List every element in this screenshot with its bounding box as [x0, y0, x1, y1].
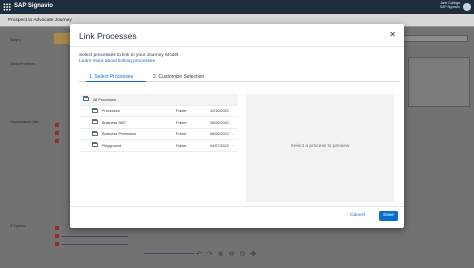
- zoom-out-icon[interactable]: ⊖: [229, 250, 235, 260]
- tab-select-processes[interactable]: 1. Select Processes: [89, 74, 133, 80]
- tab-bar: 1. Select Processes 2. Customize Selecti…: [79, 71, 399, 82]
- list-header-label: All Processes: [93, 97, 117, 102]
- close-icon[interactable]: ✕: [389, 30, 396, 39]
- canvas-toolbar: ↶ ↷ ⊕ ⊖ ⊙ ✥: [196, 250, 286, 260]
- preview-panel: Select a process to preview: [246, 94, 394, 202]
- item-type: Folder: [176, 132, 187, 136]
- redo-icon[interactable]: ↷: [207, 250, 213, 260]
- preview-placeholder: Select a process to preview: [290, 144, 350, 149]
- folder-icon: [92, 107, 98, 113]
- folder-icon: [83, 96, 89, 101]
- list-item[interactable]: Processes Folder 12/10/2021: [80, 106, 238, 117]
- item-date: 04/07/2022: [210, 143, 230, 148]
- list-header-row[interactable]: All Processes: [80, 94, 238, 106]
- item-type: Folder: [176, 109, 187, 113]
- journey-title: Prospect to Advocate Journey: [8, 18, 72, 23]
- shell-bar: SAP Signavio Jane Collings SAP Signavio: [0, 0, 474, 14]
- org-unit-marker: [55, 131, 59, 135]
- row-label-it-systems: IT Systems: [10, 224, 26, 228]
- org-unit-marker: [55, 123, 59, 127]
- list-item[interactable]: Business Processes Folder 06/05/2021: [80, 129, 238, 140]
- app-launcher-icon[interactable]: [3, 3, 11, 11]
- it-system-marker: [55, 226, 59, 230]
- avatar[interactable]: [463, 3, 471, 11]
- folder-icon: [92, 130, 98, 136]
- divider: [70, 46, 404, 47]
- undo-icon[interactable]: ↶: [196, 250, 202, 260]
- dialog-title: Link Processes: [79, 31, 137, 41]
- item-name: Playground: [102, 143, 122, 148]
- item-date: 26/05/2021: [210, 120, 230, 125]
- user-info: Jane Collings SAP Signavio: [440, 1, 460, 9]
- connector-line: [62, 244, 128, 245]
- item-name: Business Processes: [102, 132, 137, 136]
- side-panel-card: [408, 57, 470, 107]
- divider: [70, 206, 404, 207]
- active-tab-indicator: [86, 80, 146, 82]
- search-field-bg: [402, 35, 468, 42]
- item-type: Folder: [176, 120, 187, 125]
- folder-icon: [92, 119, 98, 124]
- save-button[interactable]: Save: [379, 211, 398, 221]
- connector-line: [144, 253, 194, 254]
- connector-line: [62, 236, 128, 237]
- row-label-linked-processes: Linked Processes: [10, 62, 36, 66]
- folder-icon: [92, 142, 98, 147]
- tab-customize-selection[interactable]: 2. Customize Selection: [153, 74, 204, 80]
- user-org: SAP Signavio: [439, 5, 460, 9]
- zoom-fit-icon[interactable]: ⊙: [240, 250, 246, 260]
- item-name: Processes: [102, 109, 120, 113]
- list-item[interactable]: Business 360° Folder 26/05/2021: [80, 117, 238, 129]
- org-unit-marker: [55, 139, 59, 143]
- list-item[interactable]: Playground Folder 04/07/2022: [80, 140, 238, 152]
- link-processes-dialog: Link Processes ✕ Select processes to lin…: [70, 24, 404, 228]
- zoom-in-icon[interactable]: ⊕: [218, 250, 224, 260]
- dialog-description: Select processes to link to your Journey…: [79, 53, 180, 58]
- row-label-org-units: Organizational Units: [10, 120, 39, 124]
- item-date: 06/05/2021: [210, 132, 230, 136]
- app-title: SAP Signavio: [14, 3, 53, 9]
- it-system-marker: [55, 242, 59, 246]
- item-name: Business 360°: [102, 120, 127, 125]
- stages-label: Stages: [10, 38, 21, 42]
- process-list: All Processes Processes Folder 12/10/202…: [80, 94, 238, 152]
- item-type: Folder: [176, 143, 187, 148]
- pan-icon[interactable]: ✥: [250, 250, 256, 260]
- learn-more-link[interactable]: Learn more about linking processes: [79, 59, 155, 64]
- cancel-button[interactable]: Cancel: [350, 213, 365, 218]
- item-date: 12/10/2021: [210, 109, 230, 113]
- it-system-marker: [55, 234, 59, 238]
